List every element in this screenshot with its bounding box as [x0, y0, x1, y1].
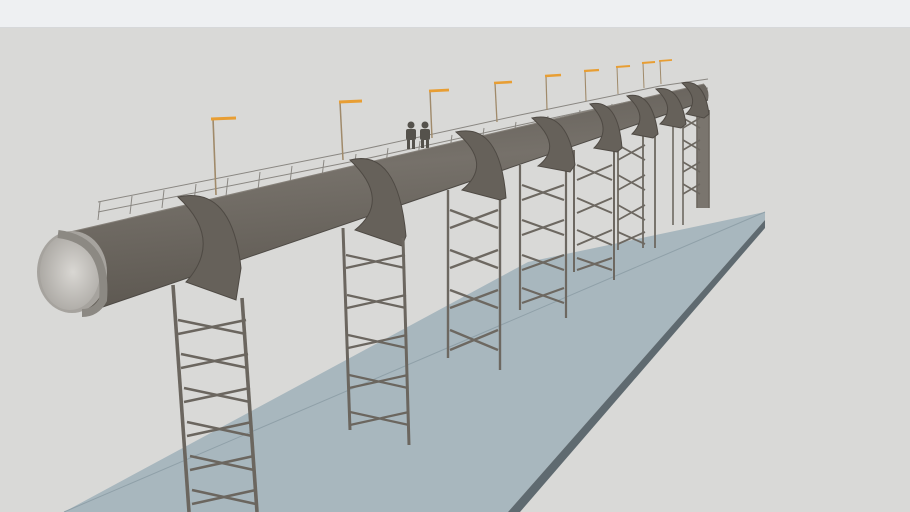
workers	[406, 121, 430, 149]
street-lamp	[338, 99, 363, 161]
scene-canvas[interactable]	[0, 28, 910, 512]
street-lamp	[544, 73, 562, 111]
3d-viewport[interactable]	[0, 28, 910, 512]
top-bar	[0, 0, 910, 28]
street-lamp	[615, 65, 631, 95]
pipe-opening	[37, 230, 108, 317]
street-lamp	[658, 59, 673, 85]
street-lamp	[583, 68, 600, 102]
street-lamp	[210, 116, 237, 196]
modeling-app	[0, 0, 910, 512]
worker-figure	[406, 121, 416, 149]
street-lamp	[493, 80, 513, 123]
worker-figure	[420, 121, 430, 148]
support-tower	[617, 130, 656, 250]
street-lamp	[641, 61, 656, 89]
